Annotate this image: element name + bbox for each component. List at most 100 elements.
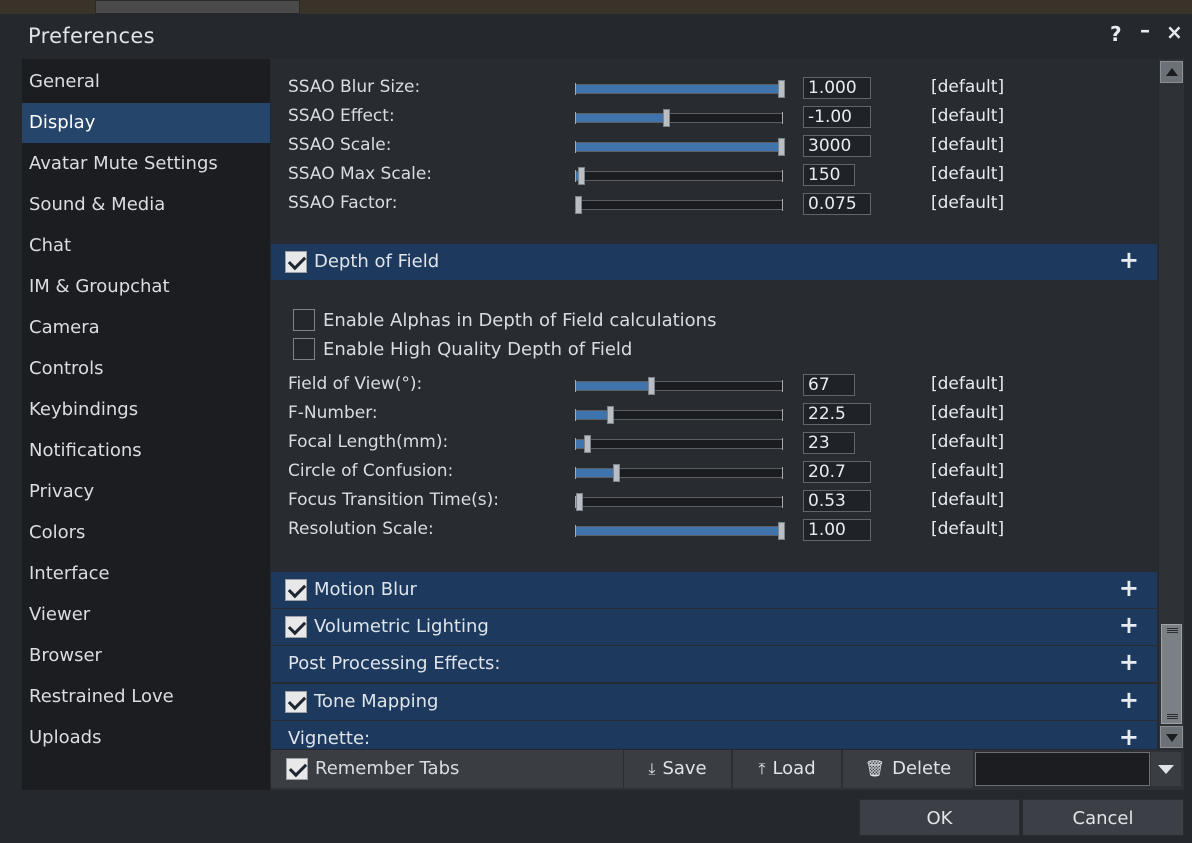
default-button[interactable]: [default] [931, 461, 1004, 481]
slider-value-input[interactable]: 1.000 [803, 77, 871, 99]
slider-handle[interactable] [575, 196, 582, 214]
slider-track[interactable] [575, 196, 783, 214]
slider-value-input[interactable]: 23 [803, 432, 855, 454]
close-button[interactable]: × [1166, 20, 1183, 44]
slider-label: SSAO Scale: [288, 135, 392, 155]
expand-plus-icon[interactable]: + [1119, 723, 1139, 749]
title-bar[interactable]: Preferences ? – × [0, 14, 1192, 58]
minimize-button[interactable]: – [1140, 18, 1150, 42]
section-volumetric-lighting-checkbox[interactable] [285, 616, 307, 638]
section-vignette[interactable]: Vignette: + [271, 721, 1157, 749]
preset-dropdown-chevron-icon[interactable] [1151, 752, 1181, 786]
slider-track[interactable] [575, 377, 783, 395]
sidebar-item-im-groupchat[interactable]: IM & Groupchat [22, 267, 270, 307]
sidebar-item-camera[interactable]: Camera [22, 308, 270, 348]
ok-button[interactable]: OK [859, 799, 1020, 836]
sidebar-item-general[interactable]: General [22, 62, 270, 102]
default-button[interactable]: [default] [931, 77, 1004, 97]
section-motion-blur[interactable]: Motion Blur + [271, 572, 1157, 608]
default-button[interactable]: [default] [931, 135, 1004, 155]
default-button[interactable]: [default] [931, 106, 1004, 126]
slider-track[interactable] [575, 80, 785, 98]
default-button[interactable]: [default] [931, 374, 1004, 394]
slider-handle[interactable] [607, 406, 614, 424]
default-button[interactable]: [default] [931, 519, 1004, 539]
default-button[interactable]: [default] [931, 403, 1004, 423]
section-tone-mapping[interactable]: Tone Mapping + [271, 684, 1157, 720]
slider-row: SSAO Factor: 0.075 [default] [271, 191, 1158, 217]
slider-track[interactable] [575, 109, 783, 127]
slider-track[interactable] [575, 167, 783, 185]
slider-handle[interactable] [613, 464, 620, 482]
slider-handle[interactable] [778, 80, 785, 98]
sidebar-item-avatar-mute-settings[interactable]: Avatar Mute Settings [22, 144, 270, 184]
slider-handle[interactable] [648, 377, 655, 395]
sidebar-item-controls[interactable]: Controls [22, 349, 270, 389]
sidebar-item-chat[interactable]: Chat [22, 226, 270, 266]
sidebar-item-colors[interactable]: Colors [22, 513, 270, 553]
section-depth-of-field-checkbox[interactable] [285, 251, 307, 273]
sidebar-item-privacy[interactable]: Privacy [22, 472, 270, 512]
slider-track[interactable] [575, 138, 785, 156]
slider-track[interactable] [575, 493, 783, 511]
sidebar-item-browser[interactable]: Browser [22, 636, 270, 676]
slider-handle[interactable] [778, 522, 785, 540]
slider-value-input[interactable]: 3000 [803, 135, 871, 157]
section-depth-of-field[interactable]: Depth of Field + [271, 244, 1157, 280]
scroll-thumb[interactable] [1161, 624, 1182, 724]
slider-track[interactable] [575, 406, 783, 424]
scroll-up-icon[interactable] [1160, 61, 1183, 83]
slider-value-input[interactable]: 0.075 [803, 193, 871, 215]
expand-plus-icon[interactable]: + [1119, 686, 1139, 714]
slider-handle[interactable] [778, 138, 785, 156]
slider-track[interactable] [575, 464, 783, 482]
expand-plus-icon[interactable]: + [1119, 648, 1139, 676]
delete-preset-button[interactable]: 🗑 Delete [843, 750, 974, 788]
sidebar-item-interface[interactable]: Interface [22, 554, 270, 594]
sidebar-item-notifications[interactable]: Notifications [22, 431, 270, 471]
expand-plus-icon[interactable]: + [1119, 611, 1139, 639]
sidebar-item-display[interactable]: Display [22, 103, 270, 143]
default-button[interactable]: [default] [931, 193, 1004, 213]
dof-option-checkbox[interactable] [293, 338, 315, 360]
default-button[interactable]: [default] [931, 432, 1004, 452]
slider-value-input[interactable]: 150 [803, 164, 855, 186]
default-button[interactable]: [default] [931, 490, 1004, 510]
help-button[interactable]: ? [1110, 22, 1122, 46]
expand-plus-icon[interactable]: + [1119, 574, 1139, 602]
default-button[interactable]: [default] [931, 164, 1004, 184]
slider-handle[interactable] [584, 435, 591, 453]
slider-row: SSAO Scale: 3000 [default] [271, 133, 1158, 159]
slider-value-input[interactable]: 0.53 [803, 490, 871, 512]
sidebar-item-uploads[interactable]: Uploads [22, 718, 270, 758]
section-post-processing-effects[interactable]: Post Processing Effects: + [271, 646, 1157, 682]
slider-handle[interactable] [578, 167, 585, 185]
slider-row: F-Number: 22.5 [default] [271, 401, 1158, 427]
sidebar-item-restrained-love[interactable]: Restrained Love [22, 677, 270, 717]
remember-tabs-checkbox[interactable] [286, 758, 308, 780]
cancel-button[interactable]: Cancel [1022, 799, 1184, 836]
save-preset-button[interactable]: ⤓ Save [624, 750, 732, 788]
slider-value-input[interactable]: -1.00 [803, 106, 871, 128]
slider-handle[interactable] [576, 493, 583, 511]
slider-value-input[interactable]: 67 [803, 374, 855, 396]
slider-track[interactable] [575, 435, 783, 453]
sidebar-item-viewer[interactable]: Viewer [22, 595, 270, 635]
slider-value-input[interactable]: 22.5 [803, 403, 871, 425]
slider-track[interactable] [575, 522, 785, 540]
section-motion-blur-checkbox[interactable] [285, 579, 307, 601]
preset-name-input[interactable] [975, 752, 1150, 786]
sidebar-item-keybindings[interactable]: Keybindings [22, 390, 270, 430]
vertical-scrollbar[interactable] [1159, 59, 1184, 749]
expand-plus-icon[interactable]: + [1119, 246, 1139, 274]
scroll-down-icon[interactable] [1160, 726, 1183, 748]
slider-value-input[interactable]: 1.00 [803, 519, 871, 541]
slider-handle[interactable] [663, 109, 670, 127]
remember-tabs-toggle[interactable]: Remember Tabs [271, 750, 624, 788]
slider-value-input[interactable]: 20.7 [803, 461, 871, 483]
load-preset-button[interactable]: ⤒ Load [733, 750, 842, 788]
dof-option-checkbox[interactable] [293, 309, 315, 331]
sidebar-item-sound-media[interactable]: Sound & Media [22, 185, 270, 225]
section-volumetric-lighting[interactable]: Volumetric Lighting + [271, 609, 1157, 645]
section-tone-mapping-checkbox[interactable] [285, 691, 307, 713]
